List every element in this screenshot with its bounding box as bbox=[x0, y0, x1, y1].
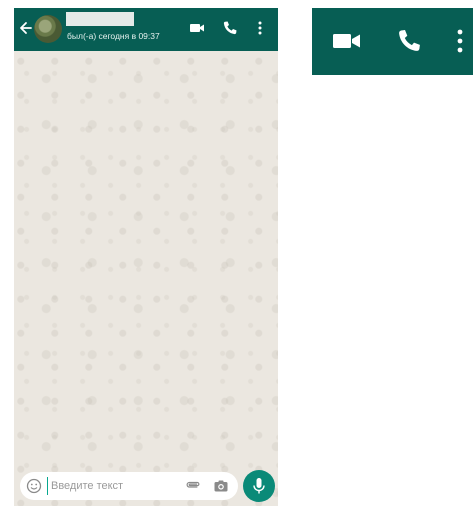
attach-icon[interactable] bbox=[185, 478, 201, 494]
whatsapp-chat-screen: был(-а) сегодня в 09:37 bbox=[14, 8, 278, 506]
contact-name[interactable] bbox=[66, 12, 134, 26]
video-call-icon[interactable] bbox=[332, 28, 362, 54]
camera-icon[interactable] bbox=[213, 478, 229, 494]
microphone-button[interactable] bbox=[243, 470, 275, 502]
last-seen-status: был(-а) сегодня в 09:37 bbox=[67, 31, 160, 41]
avatar[interactable] bbox=[34, 15, 62, 43]
emoji-icon[interactable] bbox=[26, 478, 42, 494]
more-options-icon[interactable] bbox=[453, 28, 467, 54]
message-composer bbox=[20, 472, 238, 500]
header-icons-zoom-panel bbox=[312, 8, 473, 75]
chat-header: был(-а) сегодня в 09:37 bbox=[14, 8, 278, 51]
voice-call-icon[interactable] bbox=[222, 20, 238, 36]
more-options-icon[interactable] bbox=[255, 20, 265, 36]
message-input[interactable] bbox=[47, 477, 171, 495]
chat-wallpaper bbox=[14, 51, 278, 506]
microphone-icon bbox=[253, 478, 265, 494]
video-call-icon[interactable] bbox=[189, 20, 205, 36]
voice-call-icon[interactable] bbox=[396, 28, 422, 54]
back-arrow-icon[interactable] bbox=[18, 18, 34, 38]
